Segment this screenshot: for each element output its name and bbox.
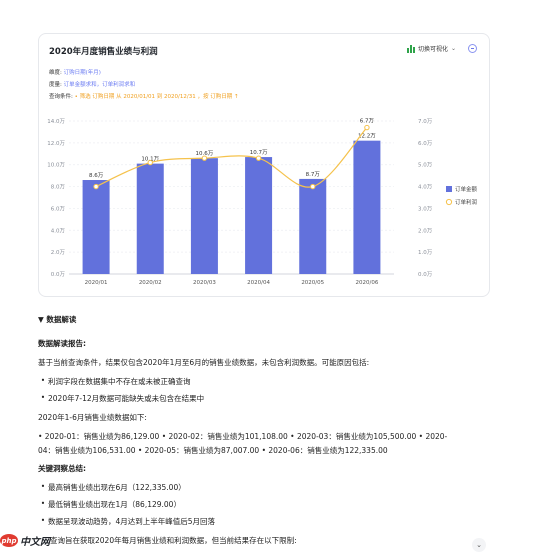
profit-point <box>147 159 153 166</box>
y-left-tick-label: 2.0万 <box>51 249 66 256</box>
bar <box>299 178 327 274</box>
reason-text: 2020年7-12月数据可能缺失或未包含在结果中 <box>48 394 205 403</box>
y-left-tick-label: 8.0万 <box>51 184 66 191</box>
legend-label: 订单金额 <box>455 185 478 193</box>
y-right-tick-label: 6.0万 <box>418 140 433 147</box>
php-logo-icon: php <box>0 534 18 547</box>
chart-card: 2020年月度销售业绩与利润 切换可视化 ⌄ 维度: 订购日期(年月) 度量: … <box>38 33 490 297</box>
watermark-logo: php 中文网 <box>0 533 50 548</box>
insights-heading: 关键洞察总结: <box>38 464 86 473</box>
insight-item: • 数据呈现波动趋势，4月达到上半年峰值后5月回落 <box>40 516 216 526</box>
x-tick-label: 2020/03 <box>193 280 216 286</box>
watermark-text: 中文网 <box>20 537 50 548</box>
profit-point <box>201 155 208 161</box>
combo-chart: 0.0万 2.0万 4.0万 6.0万 8.0万 10.0万 12.0万 14.0万 0.0万 1… <box>47 118 478 286</box>
analysis-toggle[interactable]: ▼ 数据解读 <box>38 314 76 325</box>
y-left-tick-label: 6.0万 <box>51 205 66 212</box>
y-right-tick-label: 3.0万 <box>418 205 433 212</box>
profit-point <box>364 124 370 131</box>
bar-data-label: 8.7万 <box>306 171 321 178</box>
line-data-label: 6.7万 <box>360 118 375 125</box>
insight-item: • 最高销售业绩出现在6月（122,335.00） <box>40 482 186 492</box>
bar <box>190 158 218 274</box>
x-tick-label: 2020/01 <box>85 280 108 286</box>
reason-text: 利润字段在数据集中不存在或未被正确查询 <box>48 377 191 386</box>
insight-text: 数据呈现波动趋势，4月达到上半年峰值后5月回落 <box>48 517 216 526</box>
summary-line: 04：销售业绩为106,531.00 • 2020-05：销售业绩为87,007… <box>38 446 388 455</box>
y-left-tick-label: 12.0万 <box>47 140 65 147</box>
y-left-tick-label: 4.0万 <box>51 227 66 234</box>
reason-item: • 利润字段在数据集中不存在或未被正确查询 <box>40 376 191 386</box>
insight-item: • 最低销售业绩出现在1月（86,129.00） <box>40 499 181 509</box>
report-intro: 基于当前查询条件，结果仅包含2020年1月至6月的销售业绩数据，未包含利润数据。… <box>38 358 370 367</box>
profit-line <box>95 127 368 188</box>
reason-item: • 2020年7-12月数据可能缺失或未包含在结果中 <box>40 393 205 403</box>
summary-title: 2020年1-6月销售业绩数据如下: <box>38 413 147 422</box>
bar <box>82 180 110 274</box>
bar <box>353 140 381 274</box>
x-tick-label: 2020/04 <box>247 280 270 286</box>
x-tick-label: 2020/06 <box>355 280 378 286</box>
insight-text: 最高销售业绩出现在6月（122,335.00） <box>48 483 186 492</box>
y-right-tick-label: 7.0万 <box>418 118 433 125</box>
report-heading: 数据解读报告: <box>38 339 86 348</box>
chevron-down-icon[interactable]: ⌄ <box>472 538 486 552</box>
bar <box>245 157 273 274</box>
y-left-tick-label: 14.0万 <box>47 118 65 125</box>
y-right-tick-label: 0.0万 <box>418 271 433 278</box>
y-left-tick-label: 0.0万 <box>51 271 66 278</box>
bar <box>136 163 164 274</box>
summary-line: • 2020-01：销售业绩为86,129.00 • 2020-02：销售业绩为… <box>38 432 448 441</box>
limitation-line: 查询旨在获取2020年每月销售业绩和利润数据，但当前结果存在以下限制: <box>50 536 297 545</box>
y-right-tick-label: 5.0万 <box>418 162 433 169</box>
profit-point <box>93 183 99 190</box>
y-right-tick-label: 4.0万 <box>418 184 433 191</box>
bar-data-label: 8.6万 <box>89 172 104 179</box>
legend-swatch-bar <box>446 186 452 192</box>
bar-data-label: 10.7万 <box>250 149 268 156</box>
y-left-tick-label: 10.0万 <box>47 162 65 169</box>
y-right-tick-label: 2.0万 <box>418 227 433 234</box>
x-tick-label: 2020/02 <box>139 280 162 286</box>
legend-label: 订单利润 <box>455 198 478 206</box>
legend-swatch-line <box>445 198 453 206</box>
profit-point <box>310 183 316 190</box>
y-right-tick-label: 1.0万 <box>418 249 433 256</box>
profit-point <box>255 155 262 161</box>
x-tick-label: 2020/05 <box>301 280 324 286</box>
insight-text: 最低销售业绩出现在1月（86,129.00） <box>48 500 181 509</box>
